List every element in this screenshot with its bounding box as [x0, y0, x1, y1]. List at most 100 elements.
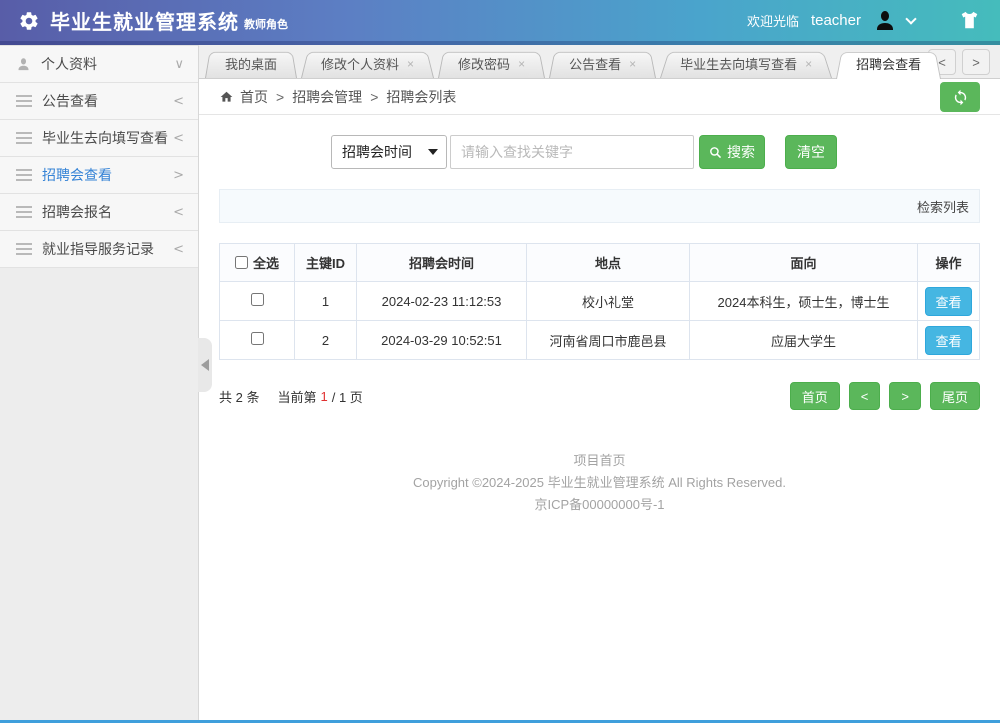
- menu-icon: [16, 132, 32, 144]
- breadcrumb-separator: >: [276, 89, 284, 105]
- sidebar-item-label: 个人资料: [41, 54, 97, 74]
- close-icon[interactable]: ×: [407, 57, 414, 71]
- close-icon[interactable]: ×: [518, 57, 525, 71]
- user-menu-chevron-icon[interactable]: [905, 13, 916, 24]
- cell-location: 校小礼堂: [527, 282, 690, 321]
- copyright-text: Copyright ©2024-2025 毕业生就业管理系统 All Right…: [219, 472, 980, 494]
- role-badge: 教师角色: [244, 16, 288, 32]
- table-row: 1 2024-02-23 11:12:53 校小礼堂 2024本科生，硕士生，博…: [220, 282, 980, 321]
- sidebar-item-label: 就业指导服务记录: [42, 239, 154, 259]
- column-header-actions: 操作: [918, 244, 980, 282]
- collapse-arrow-icon: [201, 359, 209, 371]
- sidebar-item-graduate-destination[interactable]: 毕业生去向填写查看 <: [0, 120, 198, 157]
- sidebar-item-announcements[interactable]: 公告查看 <: [0, 83, 198, 120]
- tab-bar: 我的桌面 修改个人资料 × 修改密码 × 公告查看 × 毕业生去向填写查看 × …: [199, 45, 1000, 79]
- search-button[interactable]: 搜索: [699, 135, 765, 169]
- tab-label: 修改密码: [458, 54, 510, 73]
- home-icon: [219, 90, 240, 104]
- column-header-audience: 面向: [690, 244, 918, 282]
- menu-icon: [16, 243, 32, 255]
- app-title: 毕业生就业管理系统: [50, 6, 239, 35]
- current-page-suffix: / 1 页: [332, 387, 363, 406]
- cell-time: 2024-02-23 11:12:53: [357, 282, 527, 321]
- chevron-left-icon: <: [173, 131, 184, 146]
- sidebar-item-guidance-records[interactable]: 就业指导服务记录 <: [0, 231, 198, 268]
- breadcrumb: 首页 > 招聘会管理 > 招聘会列表: [199, 79, 1000, 115]
- total-count-text: 共 2 条: [219, 387, 259, 406]
- tab-my-desktop[interactable]: 我的桌面: [205, 49, 297, 78]
- close-icon[interactable]: ×: [805, 57, 812, 71]
- breadcrumb-separator: >: [370, 89, 378, 105]
- refresh-button[interactable]: [940, 82, 980, 112]
- sidebar: 个人资料 ∨ 公告查看 < 毕业生去向填写查看 < 招聘会查看 > 招聘会报名: [0, 45, 199, 720]
- cell-audience: 2024本科生，硕士生，博士生: [690, 282, 918, 321]
- list-panel-header: 检索列表: [219, 189, 980, 223]
- sidebar-item-label: 招聘会查看: [42, 165, 112, 185]
- row-checkbox[interactable]: [251, 293, 264, 306]
- next-page-button[interactable]: >: [889, 382, 921, 410]
- column-header-time: 招聘会时间: [357, 244, 527, 282]
- first-page-button[interactable]: 首页: [790, 382, 840, 410]
- cell-id: 1: [295, 282, 357, 321]
- theme-tshirt-icon[interactable]: [959, 11, 980, 30]
- chevron-down-icon: ∨: [174, 57, 184, 72]
- pagination: 共 2 条 当前第 1 / 1 页 首页 < > 尾页: [219, 382, 980, 410]
- clear-button[interactable]: 清空: [785, 135, 837, 169]
- app-header: 毕业生就业管理系统 教师角色 欢迎光临 teacher: [0, 0, 1000, 45]
- tab-announcements[interactable]: 公告查看 ×: [549, 49, 656, 78]
- tab-change-password[interactable]: 修改密码 ×: [438, 49, 545, 78]
- tab-label: 公告查看: [569, 54, 621, 73]
- view-button[interactable]: 查看: [925, 326, 971, 355]
- menu-icon: [16, 95, 32, 107]
- chevron-left-icon: <: [173, 205, 184, 220]
- chevron-right-icon: >: [173, 168, 184, 183]
- last-page-button[interactable]: 尾页: [930, 382, 980, 410]
- main-content: 招聘会时间 搜索 清空 检索列表: [199, 115, 1000, 720]
- breadcrumb-item[interactable]: 招聘会列表: [386, 87, 456, 107]
- tab-label: 招聘会查看: [856, 54, 921, 73]
- table-header-row: 全选 主键ID 招聘会时间 地点 面向 操作: [220, 244, 980, 282]
- cell-location: 河南省周口市鹿邑县: [527, 321, 690, 360]
- breadcrumb-item[interactable]: 招聘会管理: [292, 87, 362, 107]
- welcome-text: 欢迎光临: [747, 11, 799, 30]
- username: teacher: [811, 12, 861, 29]
- column-header-location: 地点: [527, 244, 690, 282]
- prev-page-button[interactable]: <: [849, 382, 881, 410]
- sidebar-collapse-handle[interactable]: [198, 338, 212, 392]
- chevron-left-icon: <: [173, 94, 184, 109]
- menu-icon: [16, 169, 32, 181]
- list-panel-title: 检索列表: [917, 197, 969, 216]
- sidebar-item-label: 招聘会报名: [42, 202, 112, 222]
- sidebar-item-jobfair-signup[interactable]: 招聘会报名 <: [0, 194, 198, 231]
- project-home-link[interactable]: 项目首页: [573, 453, 625, 468]
- tab-jobfair-view[interactable]: 招聘会查看: [836, 49, 941, 78]
- table-row: 2 2024-03-29 10:52:51 河南省周口市鹿邑县 应届大学生 查看: [220, 321, 980, 360]
- refresh-icon: [952, 89, 969, 106]
- tabs-scroll-right-button[interactable]: >: [962, 49, 990, 75]
- jobfair-table: 全选 主键ID 招聘会时间 地点 面向 操作 1 2024-02-23 11:1…: [219, 243, 980, 360]
- tab-label: 修改个人资料: [321, 54, 399, 73]
- select-caret-icon: [428, 149, 438, 155]
- filter-select[interactable]: 招聘会时间: [331, 135, 447, 169]
- menu-icon: [16, 206, 32, 218]
- search-icon: [709, 146, 722, 159]
- view-button[interactable]: 查看: [925, 287, 971, 316]
- select-all-label: 全选: [253, 253, 279, 272]
- breadcrumb-home[interactable]: 首页: [240, 87, 268, 107]
- tab-label: 毕业生去向填写查看: [680, 54, 797, 73]
- sidebar-item-jobfair-view[interactable]: 招聘会查看 >: [0, 157, 198, 194]
- tab-graduate-destination[interactable]: 毕业生去向填写查看 ×: [660, 49, 832, 78]
- close-icon[interactable]: ×: [629, 57, 636, 71]
- select-all-checkbox[interactable]: [235, 256, 248, 269]
- sidebar-item-label: 公告查看: [42, 91, 98, 111]
- current-page-prefix: 当前第: [277, 387, 316, 406]
- tab-edit-profile[interactable]: 修改个人资料 ×: [301, 49, 434, 78]
- cell-id: 2: [295, 321, 357, 360]
- icp-text: 京ICP备00000000号-1: [219, 494, 980, 516]
- current-page-number: 1: [320, 389, 327, 404]
- search-input[interactable]: [450, 135, 694, 169]
- row-checkbox[interactable]: [251, 332, 264, 345]
- user-avatar-icon[interactable]: [873, 9, 897, 33]
- chevron-left-icon: <: [173, 242, 184, 257]
- sidebar-item-profile[interactable]: 个人资料 ∨: [0, 46, 198, 83]
